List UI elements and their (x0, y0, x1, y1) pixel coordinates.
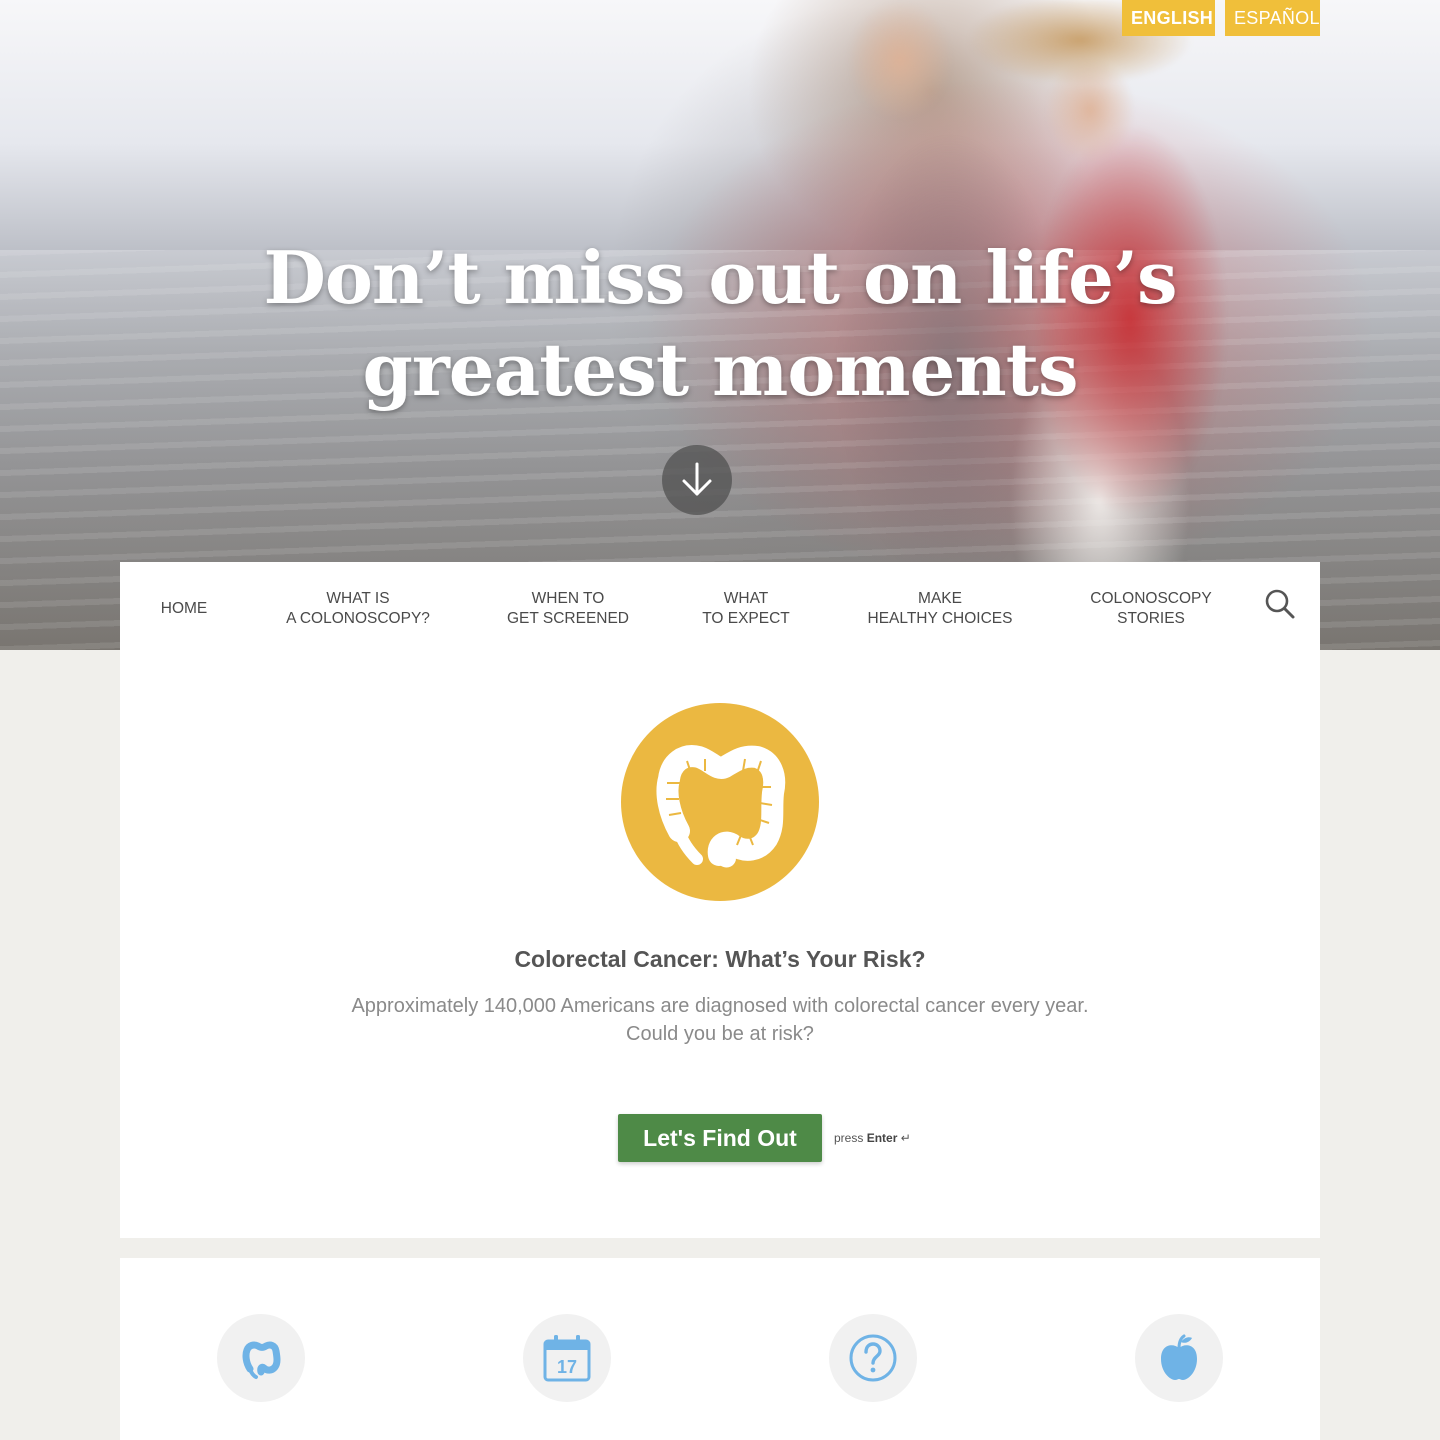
nav-label: WHEN TO (531, 590, 605, 607)
feature-colonoscopy-link[interactable] (217, 1314, 305, 1402)
arrow-down-icon (682, 462, 712, 496)
risk-description-line1: Approximately 140,000 Americans are diag… (351, 995, 1089, 1017)
nav-label: GET SCREENED (506, 610, 630, 627)
nav-label: COLONOSCOPY (1090, 590, 1212, 607)
nav-what-is-colonoscopy[interactable]: WHAT IS A COLONOSCOPY? (278, 589, 438, 629)
hint-press: press (834, 1131, 864, 1145)
calendar-icon: 17 (543, 1335, 591, 1382)
feature-what-to-expect-link[interactable] (829, 1314, 917, 1402)
nav-when-to-get-screened[interactable]: WHEN TO GET SCREENED (500, 589, 636, 629)
hero-title: Don’t miss out on life’s greatest moment… (0, 232, 1440, 416)
hero-title-line2: greatest moments (362, 327, 1078, 412)
search-button[interactable] (1263, 587, 1297, 621)
colon-icon (242, 1341, 281, 1379)
nav-make-healthy-choices[interactable]: MAKE HEALTHY CHOICES (858, 589, 1022, 629)
nav-label: STORIES (1117, 610, 1185, 627)
risk-assessment-card: Colorectal Cancer: What’s Your Risk? App… (120, 650, 1320, 1238)
hero-banner: ENGLISH ESPAÑOL Don’t miss out on life’s… (0, 0, 1440, 650)
hero-title-line1: Don’t miss out on life’s (263, 235, 1177, 320)
risk-title: Colorectal Cancer: What’s Your Risk? (514, 946, 926, 972)
scroll-down-button[interactable] (662, 445, 732, 515)
nav-home[interactable]: HOME (158, 599, 210, 619)
question-mark-icon (849, 1334, 897, 1382)
return-key-icon: ↵ (900, 1131, 911, 1145)
nav-label: WHAT IS (326, 590, 390, 607)
hint-key: Enter (866, 1131, 898, 1145)
risk-description-line2: Could you be at risk? (626, 1023, 814, 1045)
nav-what-to-expect[interactable]: WHAT TO EXPECT (696, 589, 796, 629)
feature-healthy-choices-link[interactable] (1135, 1314, 1223, 1402)
nav-label: WHAT (723, 590, 769, 607)
feature-links-card: 17 (120, 1258, 1320, 1440)
apple-icon (1161, 1334, 1197, 1380)
nav-label: MAKE (918, 590, 962, 607)
search-icon (1265, 589, 1295, 619)
language-spanish-button[interactable]: ESPAÑOL (1225, 0, 1320, 36)
nav-label: A COLONOSCOPY? (286, 610, 430, 627)
calendar-day: 17 (557, 1357, 577, 1377)
language-english-button[interactable]: ENGLISH (1122, 0, 1215, 36)
colon-icon-badge (621, 703, 819, 901)
lets-find-out-button[interactable]: Let's Find Out (618, 1114, 822, 1162)
risk-description: Approximately 140,000 Americans are diag… (350, 992, 1090, 1048)
nav-label: TO EXPECT (702, 610, 790, 627)
keyboard-hint: press Enter ↵ (834, 1131, 911, 1145)
colon-icon (656, 745, 786, 868)
nav-label: HEALTHY CHOICES (867, 610, 1013, 627)
main-navigation: HOME WHAT IS A COLONOSCOPY? WHEN TO GET … (120, 562, 1320, 650)
feature-screening-link[interactable]: 17 (523, 1314, 611, 1402)
nav-colonoscopy-stories[interactable]: COLONOSCOPY STORIES (1080, 589, 1222, 629)
